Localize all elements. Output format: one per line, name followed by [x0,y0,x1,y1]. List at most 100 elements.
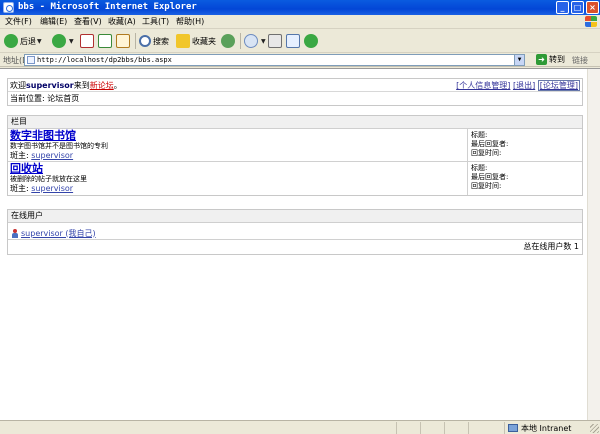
mail-button[interactable]: ▼ [244,33,266,49]
status-segment [396,422,397,434]
user-icon [11,228,19,238]
address-bar: 地址(D) http://localhost/dp2bbs/bbs.aspx ▼… [0,53,600,67]
breadcrumb: 当前位置: 论坛首页 [10,94,80,103]
zone-label: 本地 Intranet [521,423,572,433]
forum-info: 回收站 被删除的帖子就放在这里 斑主: supervisor [8,162,468,195]
menu-help[interactable]: 帮助(H) [176,16,204,28]
sections-header: 栏目 [8,116,582,129]
search-button[interactable]: 搜索 [139,33,169,49]
address-url: http://localhost/dp2bbs/bbs.aspx [37,56,172,64]
forum-admin-link[interactable]: [论坛管理] [537,80,580,91]
home-button[interactable] [116,33,130,49]
search-icon [139,35,151,47]
forum-name-link[interactable]: 新论坛 [90,81,114,90]
last-post-title-label: 标题: [471,131,488,139]
go-label: 转到 [549,55,565,64]
reply-time-label: 回复时间: [471,149,502,157]
menu-view[interactable]: 查看(V) [74,16,102,28]
logout-link[interactable]: [退出] [513,81,535,90]
history-icon [221,34,235,48]
menu-file[interactable]: 文件(F) [5,16,32,28]
moderator-label: 斑主: [10,184,29,193]
forward-dropdown-icon[interactable]: ▼ [69,38,74,45]
online-user-row: supervisor (我自己) [8,223,582,240]
reply-time-label: 回复时间: [471,182,502,190]
print-icon [268,34,282,48]
vertical-scrollbar[interactable] [587,69,600,420]
forum-description: 数字图书馆并不是图书馆的专利 [10,142,108,150]
home-icon [116,34,130,48]
refresh-button[interactable] [98,33,112,49]
welcome-prefix: 欢迎 [10,81,26,90]
favorites-button[interactable]: 收藏夹 [176,33,216,49]
toolbar-separator [135,33,136,49]
moderator-link[interactable]: supervisor [31,184,73,193]
edit-button[interactable] [286,33,300,49]
favorites-star-icon [176,34,190,48]
status-segment [420,422,421,434]
last-replier-label: 最后回复者: [471,140,509,148]
forward-arrow-icon [52,34,66,48]
menu-favorites[interactable]: 收藏(A) [108,16,136,28]
user-links: [个人信息管理] [退出] [论坛管理] [456,79,580,92]
menu-bar: 文件(F) 编辑(E) 查看(V) 收藏(A) 工具(T) 帮助(H) [0,15,600,29]
mail-dropdown-icon[interactable]: ▼ [261,38,266,45]
maximize-button[interactable]: □ [571,1,584,14]
status-bar: 本地 Intranet [0,420,600,434]
history-button[interactable] [221,33,237,49]
menu-tools[interactable]: 工具(T) [142,16,169,28]
toolbar-separator [240,33,241,49]
back-button[interactable]: 后退 ▼ [4,33,42,49]
toolbar: 后退 ▼ ▼ 搜索 收藏夹 ▼ [0,29,600,53]
online-user-link[interactable]: supervisor (我自己) [21,228,96,239]
forum-description: 被删除的帖子就放在这里 [10,175,87,183]
forum-title-link[interactable]: 回收站 [10,163,467,175]
moderator-link[interactable]: supervisor [31,151,73,160]
welcome-suffix: 。 [113,81,122,90]
back-arrow-icon [4,34,18,48]
status-segment [468,422,469,434]
print-button[interactable] [268,33,282,49]
page-content: 欢迎supervisor来到新论坛。 [个人信息管理] [退出] [论坛管理] … [0,68,600,420]
status-segment [504,422,505,434]
forum-last-post: 标题: 最后回复者: 回复时间: [471,131,508,158]
window-title-bar: bbs - Microsoft Internet Explorer _ □ × [0,0,600,15]
intranet-zone-icon [508,424,518,432]
last-post-title-label: 标题: [471,164,488,172]
window-title: bbs - Microsoft Internet Explorer [18,2,197,12]
welcome-row: 欢迎supervisor来到新论坛。 [个人信息管理] [退出] [论坛管理] [8,79,582,92]
windows-logo-icon [584,15,598,28]
page-icon [27,56,35,64]
edit-icon [286,34,300,48]
back-dropdown-icon[interactable]: ▼ [37,38,42,45]
security-zone: 本地 Intranet [508,422,571,434]
sections-box: 栏目 数字非图书馆 数字图书馆并不是图书馆的专利 斑主: supervisor … [7,115,583,196]
welcome-box: 欢迎supervisor来到新论坛。 [个人信息管理] [退出] [论坛管理] … [7,78,583,106]
profile-manage-link[interactable]: [个人信息管理] [456,81,510,90]
online-users-box: 在线用户 supervisor (我自己) 总在线用户数 1 [7,209,583,255]
menu-edit[interactable]: 编辑(E) [40,16,67,28]
address-dropdown-icon[interactable]: ▼ [514,55,524,65]
forum-title-link[interactable]: 数字非图书馆 [10,130,467,142]
ie-page-icon [3,2,14,13]
close-button[interactable]: × [586,1,599,14]
stop-button[interactable] [80,33,94,49]
minimize-button[interactable]: _ [556,1,569,14]
welcome-user: supervisor [26,81,74,90]
online-header: 在线用户 [8,210,582,223]
forward-button[interactable]: ▼ [52,33,74,49]
forum-row: 回收站 被删除的帖子就放在这里 斑主: supervisor 标题: 最后回复者… [8,162,582,195]
resize-grip[interactable] [590,424,599,433]
search-label: 搜索 [153,36,169,46]
refresh-icon [98,34,112,48]
messenger-button[interactable] [304,33,320,49]
moderator-label: 斑主: [10,151,29,160]
welcome-middle: 来到 [73,81,90,90]
messenger-icon [304,34,318,48]
address-input[interactable]: http://localhost/dp2bbs/bbs.aspx ▼ [24,54,525,66]
online-count: 总在线用户数 1 [523,242,579,251]
forum-moderator: 斑主: supervisor [10,151,467,161]
links-button[interactable]: 链接 [572,55,588,66]
forum-last-post: 标题: 最后回复者: 回复时间: [471,164,508,191]
go-button[interactable]: ➜ 转到 [536,54,565,65]
